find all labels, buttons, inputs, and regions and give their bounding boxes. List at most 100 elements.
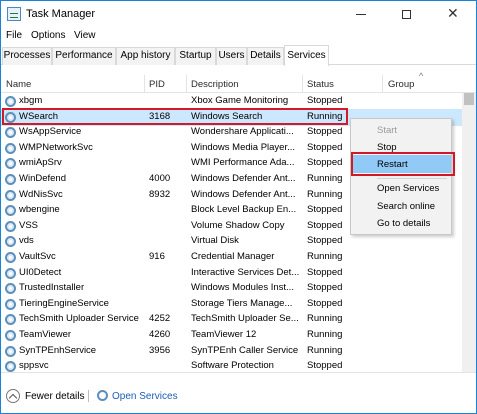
service-description: Software Protection: [191, 360, 274, 372]
service-name: VaultSvc: [19, 251, 56, 262]
minimize-button[interactable]: [338, 1, 384, 28]
fewer-details-link[interactable]: Fewer details: [25, 391, 84, 402]
gear-service-icon: [5, 314, 16, 326]
tab-startup[interactable]: Startup: [175, 47, 216, 65]
service-name: wbengine: [19, 204, 60, 216]
service-name: wmiApSrv: [19, 157, 62, 169]
minimize-icon: [356, 14, 366, 15]
context-open-services[interactable]: Open Services: [377, 183, 439, 194]
column-divider[interactable]: [302, 75, 303, 93]
service-description: Windows Defender Ant...: [191, 188, 296, 200]
table-row[interactable]: TeamViewer 4260 TeamViewer 12 Running: [1, 327, 462, 344]
table-row[interactable]: vds Virtual Disk Stopped: [1, 233, 462, 250]
gear-service-icon: [5, 283, 16, 295]
table-row[interactable]: UI0Detect Interactive Services Det... Stop…: [1, 265, 462, 282]
task-manager-window: Task Manager ✕ File Options View Process…: [0, 0, 477, 414]
table-header: Name PID Description Status Group: [1, 75, 476, 93]
service-status: Running: [307, 344, 343, 356]
gear-service-icon: [5, 236, 16, 248]
gear-service-icon: [5, 189, 16, 201]
service-name: TechSmith Uploader Service: [19, 313, 139, 325]
close-button[interactable]: ✕: [430, 1, 476, 28]
tab-services[interactable]: Services: [284, 45, 329, 66]
context-go-to-details[interactable]: Go to details: [377, 218, 430, 229]
service-name: TieringEngineService: [19, 297, 109, 309]
close-icon: ✕: [447, 6, 459, 22]
service-status: Stopped: [307, 282, 343, 294]
gear-service-icon: [5, 174, 16, 185]
gear-service-icon: [5, 96, 16, 107]
column-name[interactable]: Name: [6, 79, 31, 90]
gear-service-icon: [5, 127, 16, 139]
table-row[interactable]: SynTPEnhService 3956 SynTPEnh Caller Servi…: [1, 343, 462, 360]
service-name: WdNisSvc: [19, 188, 63, 200]
context-search-online[interactable]: Search online: [377, 201, 435, 212]
service-description: TeamViewer 12: [191, 329, 257, 340]
column-divider[interactable]: [144, 75, 145, 93]
service-status: Stopped: [307, 297, 343, 309]
tab-users[interactable]: Users: [216, 47, 247, 65]
tab-app-history[interactable]: App history: [116, 47, 175, 65]
maximize-icon: [402, 10, 411, 19]
service-description: TechSmith Uploader Se...: [191, 313, 299, 325]
context-start: Start: [377, 125, 398, 136]
gear-service-icon: [5, 252, 16, 263]
table-row[interactable]: sppsvc Software Protection Stopped: [1, 358, 462, 372]
gear-service-icon: [5, 220, 16, 232]
services-icon[interactable]: [97, 390, 108, 401]
service-name: WsAppService: [19, 126, 82, 138]
maximize-button[interactable]: [384, 1, 430, 28]
service-status: Stopped: [307, 95, 343, 106]
tab-details[interactable]: Details: [247, 47, 284, 65]
column-description[interactable]: Description: [191, 79, 239, 90]
menu-options[interactable]: Options: [31, 30, 65, 41]
column-group[interactable]: Group: [388, 79, 414, 90]
table-row[interactable]: TieringEngineService Storage Tiers Manage…: [1, 296, 462, 313]
column-divider[interactable]: [186, 75, 187, 93]
scrollbar-thumb[interactable]: [464, 93, 474, 105]
title-bar: Task Manager ✕: [1, 1, 476, 28]
service-description: Windows Defender Ant...: [191, 173, 296, 184]
service-description: Block Level Backup En...: [191, 204, 297, 216]
menu-bar: File Options View: [1, 28, 476, 45]
tab-performance[interactable]: Performance: [52, 47, 116, 65]
gear-service-icon: [5, 267, 16, 279]
service-status: Running: [307, 329, 343, 340]
open-services-link[interactable]: Open Services: [112, 391, 178, 402]
service-name: TeamViewer: [19, 329, 72, 340]
service-description: Volume Shadow Copy: [191, 219, 285, 231]
chevron-up-circle-icon[interactable]: [6, 389, 20, 403]
tab-processes[interactable]: Processes: [2, 47, 52, 65]
service-description: Wondershare Applicati...: [191, 126, 294, 138]
service-description: SynTPEnh Caller Service: [191, 344, 299, 356]
service-description: WMI Performance Ada...: [191, 157, 295, 169]
service-name: vds: [19, 235, 34, 247]
annotation-highlight-restart: [351, 152, 455, 176]
gear-service-icon: [5, 142, 16, 154]
service-name: xbgm: [19, 95, 43, 106]
tab-strip: Processes Performance App history Startu…: [1, 45, 476, 66]
service-description: Windows Modules Inst...: [191, 282, 294, 294]
table-row[interactable]: TechSmith Uploader Service 4252 TechSmith …: [1, 311, 462, 328]
context-menu: Start Stop Restart Open Services Search …: [350, 118, 452, 235]
service-name: TrustedInstaller: [19, 282, 85, 294]
column-pid[interactable]: PID: [149, 79, 165, 90]
service-description: Windows Media Player...: [191, 141, 296, 153]
task-manager-icon: [7, 7, 21, 21]
table-row[interactable]: TrustedInstaller Windows Modules Inst... S…: [1, 280, 462, 297]
gear-service-icon: [5, 205, 16, 217]
service-pid: 4000: [149, 173, 171, 184]
column-status[interactable]: Status: [307, 79, 334, 90]
window-title: Task Manager: [26, 8, 96, 20]
gear-service-icon: [5, 158, 16, 170]
service-name: sppsvc: [19, 360, 49, 372]
service-pid: 916: [149, 251, 165, 262]
menu-file[interactable]: File: [6, 30, 22, 41]
table-row[interactable]: VaultSvc 916 Credential Manager Running: [1, 249, 462, 266]
vertical-scrollbar[interactable]: [462, 93, 476, 372]
service-description: Credential Manager: [191, 251, 275, 262]
menu-view[interactable]: View: [74, 30, 96, 41]
menu-divider: [377, 178, 447, 179]
service-description: Interactive Services Det...: [191, 266, 300, 278]
column-divider[interactable]: [382, 75, 383, 93]
